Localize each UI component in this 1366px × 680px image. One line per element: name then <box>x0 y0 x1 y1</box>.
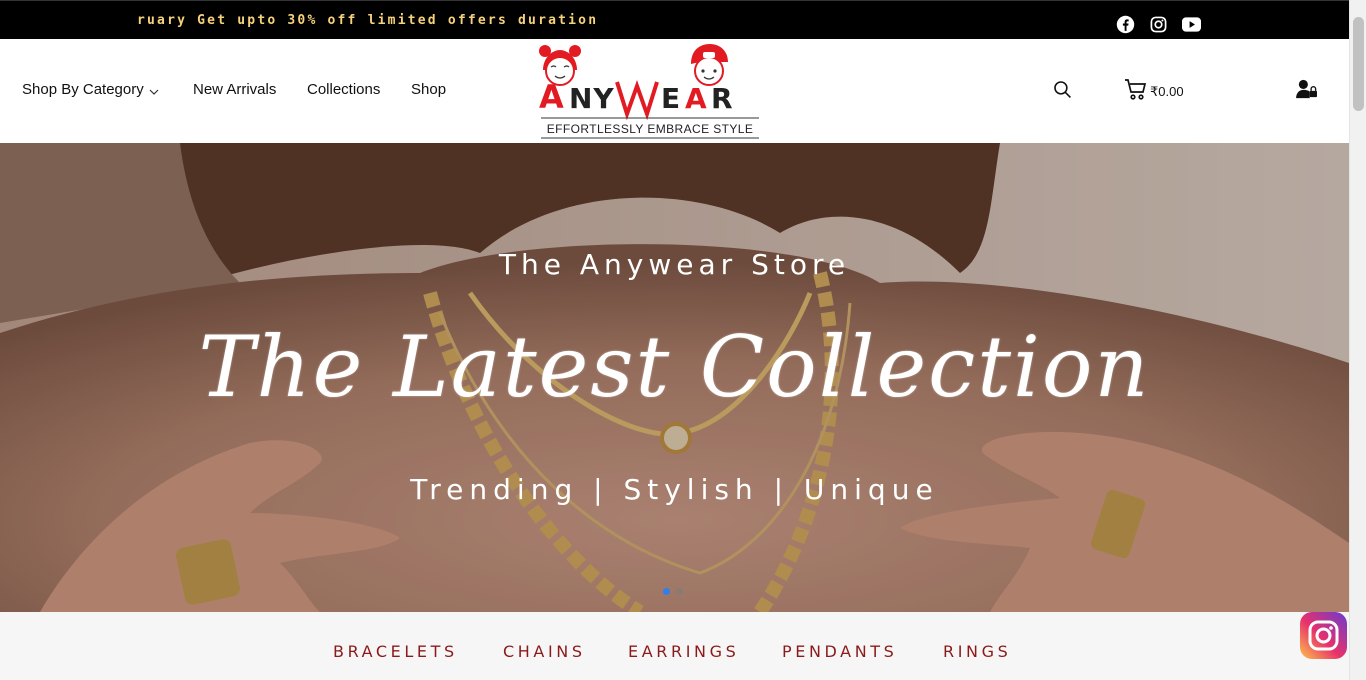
chevron-down-icon <box>149 82 159 99</box>
svg-text:A: A <box>539 78 565 116</box>
svg-text:R: R <box>711 82 733 115</box>
instagram-icon[interactable] <box>1148 14 1168 34</box>
category-chains[interactable]: CHAINS <box>503 642 586 661</box>
nav-shop[interactable]: Shop <box>411 81 446 98</box>
site-logo[interactable]: A NY E A R EFFORTLESSLY EMBRACE STYLE <box>537 42 763 140</box>
hero-slider: The Anywear Store The Latest Collection … <box>0 143 1349 612</box>
category-rings[interactable]: RINGS <box>943 642 1011 661</box>
user-lock-icon[interactable] <box>1296 79 1318 99</box>
logo-boy-icon <box>691 44 728 86</box>
announcement-bar: ruary Get upto 30% off limited offers du… <box>0 0 1349 39</box>
cart-icon <box>1124 77 1148 106</box>
category-bracelets[interactable]: BRACELETS <box>333 642 458 661</box>
scrollbar-thumb[interactable] <box>1353 17 1364 111</box>
page-scrollbar[interactable] <box>1349 0 1366 680</box>
svg-text:E: E <box>661 82 681 115</box>
slide-dot-2[interactable] <box>676 588 683 595</box>
floating-instagram-icon[interactable] <box>1300 612 1347 659</box>
site-header: Shop By Category New Arrivals Collection… <box>0 39 1349 143</box>
hero-title: The Latest Collection <box>198 318 1151 416</box>
cart-total: ₹0.00 <box>1150 83 1184 99</box>
hero-subtitle: The Anywear Store <box>498 248 851 281</box>
logo-tagline: EFFORTLESSLY EMBRACE STYLE <box>546 122 754 136</box>
nav-collections[interactable]: Collections <box>307 81 380 98</box>
category-links: BRACELETS CHAINS EARRINGS PENDANTS RINGS <box>0 612 1349 680</box>
svg-text:A: A <box>685 82 707 115</box>
youtube-icon[interactable] <box>1181 14 1201 34</box>
slider-pagination <box>663 588 683 595</box>
nav-new-arrivals[interactable]: New Arrivals <box>193 81 276 98</box>
category-pendants[interactable]: PENDANTS <box>782 642 897 661</box>
slide-dot-1[interactable] <box>663 588 670 595</box>
cart-button[interactable]: ₹0.00 <box>1124 77 1184 106</box>
category-earrings[interactable]: EARRINGS <box>628 642 739 661</box>
nav-shop-by-category[interactable]: Shop By Category <box>22 81 159 99</box>
announcement-text: ruary Get upto 30% off limited offers du… <box>137 13 599 28</box>
nav-label: Shop By Category <box>22 81 144 98</box>
facebook-icon[interactable] <box>1115 14 1135 34</box>
hero-tagline: Trending | Stylish | Unique <box>410 473 939 506</box>
search-icon[interactable] <box>1053 80 1072 99</box>
svg-text:NY: NY <box>569 82 615 115</box>
